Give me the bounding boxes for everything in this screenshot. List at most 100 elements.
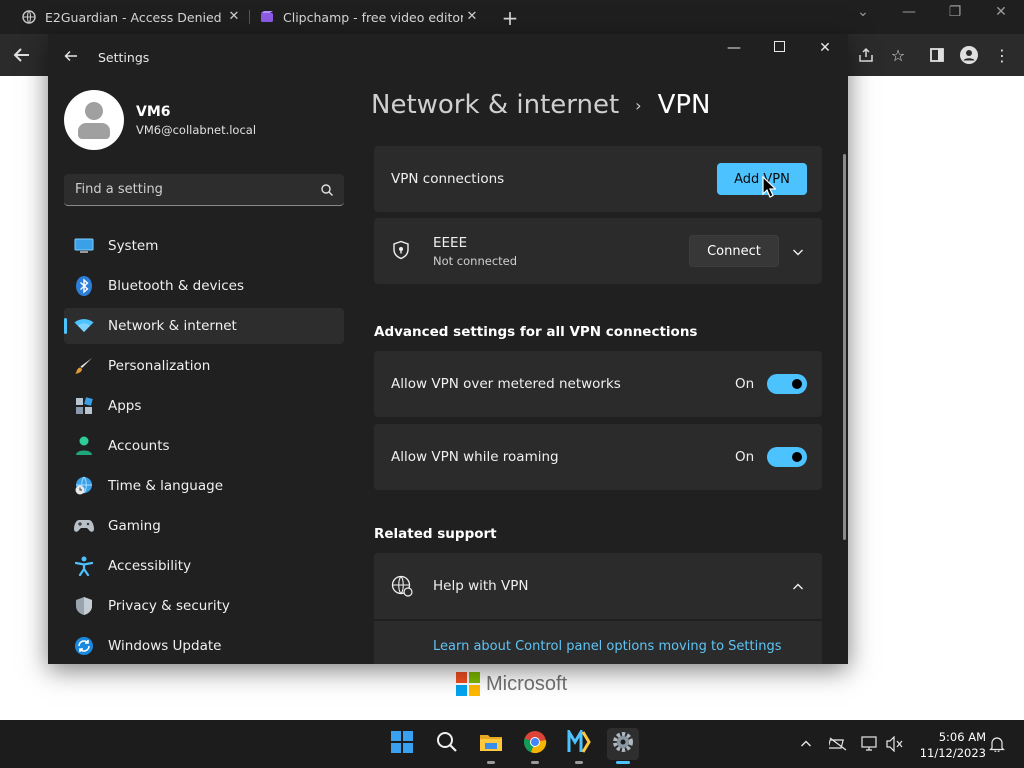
roaming-card: Allow VPN while roaming On [374, 424, 822, 490]
notification-bell-icon[interactable] [987, 734, 1007, 754]
chrome-icon [523, 730, 547, 758]
sidebar-item-label: Windows Update [108, 638, 222, 654]
back-arrow-icon[interactable] [11, 44, 33, 66]
minimize-icon[interactable]: — [724, 40, 744, 56]
sidebar-item-time-language[interactable]: Time & language [64, 468, 344, 504]
page-title: VPN [657, 90, 711, 120]
gamepad-icon [74, 516, 94, 536]
taskbar-chrome[interactable] [519, 728, 551, 764]
sidebar-item-gaming[interactable]: Gaming [64, 508, 344, 544]
sidebar-item-label: Time & language [108, 478, 224, 494]
restore-icon[interactable]: ❐ [945, 4, 965, 20]
sidebar-item-bluetooth[interactable]: Bluetooth & devices [64, 268, 344, 304]
share-icon[interactable] [855, 44, 877, 66]
taskbar-clock[interactable]: 5:06 AM 11/12/2023 [914, 729, 986, 761]
close-icon[interactable]: ✕ [464, 9, 480, 25]
sidebar-item-label: Accessibility [108, 558, 192, 574]
sidebar-item-accessibility[interactable]: Accessibility [64, 548, 344, 584]
sidebar-item-label: Privacy & security [108, 598, 230, 614]
vpn-status: Not connected [433, 254, 518, 268]
search-icon[interactable] [320, 182, 334, 196]
new-tab-button[interactable]: + [500, 6, 520, 30]
more-menu-icon[interactable]: ⋮ [991, 44, 1013, 66]
microsoft-logo-text: Microsoft [486, 672, 568, 695]
side-panel-icon[interactable] [926, 44, 948, 66]
search-icon [436, 731, 458, 757]
settings-window: Settings — ✕ VM6 VM6@collabnet.local Sys… [48, 34, 848, 664]
apps-icon [74, 396, 94, 416]
vpn-name: EEEE [433, 235, 468, 251]
sidebar-item-personalization[interactable]: Personalization [64, 348, 344, 384]
taskbar-search-button[interactable] [431, 728, 463, 760]
wifi-icon [74, 316, 94, 336]
globe-icon [391, 575, 413, 601]
tab-separator [249, 10, 250, 24]
back-arrow-icon[interactable] [64, 48, 78, 67]
chevron-down-icon[interactable] [792, 243, 804, 262]
user-profile[interactable]: VM6 VM6@collabnet.local [64, 90, 256, 150]
monitor-icon [74, 236, 94, 256]
taskbar-file-explorer[interactable] [475, 728, 507, 764]
maximize-icon[interactable] [769, 40, 789, 56]
sidebar-item-apps[interactable]: Apps [64, 388, 344, 424]
close-icon[interactable]: ✕ [815, 40, 835, 56]
sidebar-item-label: Network & internet [108, 318, 237, 334]
globe-icon [22, 10, 36, 24]
browser-tab-clipchamp[interactable]: Clipchamp - free video editor & v ✕ [260, 0, 480, 34]
clock-time: 5:06 AM [938, 730, 986, 744]
running-indicator [531, 761, 539, 764]
sidebar-item-windows-update[interactable]: Windows Update [64, 628, 344, 664]
toggle-state: On [735, 449, 755, 465]
control-panel-link[interactable]: Learn about Control panel options moving… [433, 639, 782, 654]
tab-search-icon[interactable]: ⌄ [853, 4, 873, 20]
sidebar-item-label: Gaming [108, 518, 161, 534]
sidebar-item-label: Personalization [108, 358, 211, 374]
profile-email: VM6@collabnet.local [136, 122, 257, 137]
tab-title: E2Guardian - Access Denied [45, 9, 222, 25]
profile-icon[interactable] [958, 44, 980, 66]
vpn-entry-card[interactable]: EEEE Not connected Connect [374, 218, 822, 284]
sidebar-item-privacy[interactable]: Privacy & security [64, 588, 344, 624]
search-input[interactable] [64, 174, 314, 205]
running-indicator [616, 761, 630, 764]
microsoft-logo-icon [456, 672, 480, 696]
start-button[interactable] [386, 728, 418, 760]
help-with-vpn-card[interactable]: Help with VPN [374, 553, 822, 619]
folder-icon [479, 732, 503, 756]
mouse-cursor-icon [762, 175, 777, 198]
chevron-up-icon[interactable] [796, 734, 816, 754]
brush-icon [74, 356, 94, 376]
profile-name: VM6 [136, 103, 171, 120]
close-icon[interactable]: ✕ [991, 4, 1011, 20]
close-icon[interactable]: ✕ [226, 9, 242, 25]
tab-title: Clipchamp - free video editor & v [283, 9, 463, 25]
metered-networks-toggle[interactable] [767, 374, 807, 394]
network-disconnected-icon[interactable] [828, 734, 848, 754]
taskbar-vscode-like-app[interactable] [563, 726, 595, 764]
minimize-icon[interactable]: — [899, 4, 919, 20]
connect-button[interactable]: Connect [689, 235, 779, 267]
sidebar-item-accounts[interactable]: Accounts [64, 428, 344, 464]
sidebar-item-system[interactable]: System [64, 228, 344, 264]
help-content-card: Learn about Control panel options moving… [374, 621, 822, 664]
settings-titlebar: Settings — ✕ [48, 34, 848, 80]
star-icon[interactable]: ☆ [887, 44, 909, 66]
browser-tab-e2guardian[interactable]: E2Guardian - Access Denied ✕ [22, 0, 242, 34]
chevron-up-icon[interactable] [792, 578, 804, 597]
sidebar-item-label: Apps [108, 398, 142, 414]
vpn-connections-card: VPN connections Add VPN [374, 146, 822, 212]
sidebar-item-label: System [108, 238, 159, 254]
display-icon[interactable] [860, 734, 880, 754]
scrollbar[interactable] [843, 154, 846, 540]
clipchamp-icon [260, 10, 274, 24]
roaming-toggle[interactable] [767, 447, 807, 467]
help-with-vpn-label: Help with VPN [433, 578, 529, 594]
sidebar-item-network[interactable]: Network & internet [64, 308, 344, 344]
sound-muted-icon[interactable] [885, 734, 905, 754]
taskbar-settings[interactable] [607, 728, 639, 764]
roaming-label: Allow VPN while roaming [391, 449, 559, 465]
app-title: Settings [98, 50, 150, 65]
running-indicator [487, 761, 495, 764]
breadcrumb-parent[interactable]: Network & internet [371, 90, 619, 120]
toggle-state: On [735, 376, 755, 392]
